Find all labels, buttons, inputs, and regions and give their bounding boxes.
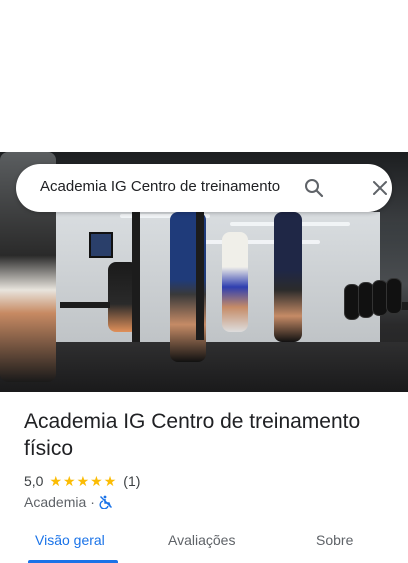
- place-tabs: Visão geral Avaliações Sobre: [0, 526, 408, 563]
- rating-row[interactable]: 5,0 ★ ★ ★ ★ ★ (1): [24, 472, 140, 490]
- category-row: Academia ·: [24, 493, 113, 511]
- star-icon: ★: [63, 473, 76, 489]
- tab-about[interactable]: Sobre: [316, 532, 353, 548]
- tab-reviews[interactable]: Avaliações: [168, 532, 235, 548]
- photo-tv: [89, 232, 113, 258]
- photo-equipment: [196, 212, 204, 340]
- search-bar[interactable]: Academia IG Centro de treinamento: [16, 164, 392, 212]
- photo-dumbbell: [386, 278, 402, 314]
- star-icon: ★: [49, 473, 63, 489]
- photo-person: [274, 212, 302, 342]
- star-icon: ★: [90, 473, 103, 489]
- photo-equipment: [132, 212, 140, 342]
- tab-overview[interactable]: Visão geral: [35, 532, 105, 548]
- place-title: Academia IG Centro de treinamento físico: [24, 410, 361, 460]
- photo-equipment: [60, 302, 110, 308]
- search-icon[interactable]: [302, 176, 326, 200]
- star-icon: ★: [103, 473, 117, 489]
- separator-dot: ·: [90, 494, 95, 510]
- close-icon[interactable]: [368, 176, 392, 200]
- rating-stars: ★ ★ ★ ★ ★: [49, 474, 117, 488]
- review-count[interactable]: (1): [123, 473, 140, 489]
- place-category: Academia: [24, 494, 87, 510]
- star-icon: ★: [76, 473, 90, 489]
- rating-value: 5,0: [24, 473, 44, 489]
- photo-person: [222, 232, 248, 332]
- wheelchair-not-accessible-icon: [99, 495, 113, 510]
- search-input[interactable]: Academia IG Centro de treinamento: [40, 178, 280, 195]
